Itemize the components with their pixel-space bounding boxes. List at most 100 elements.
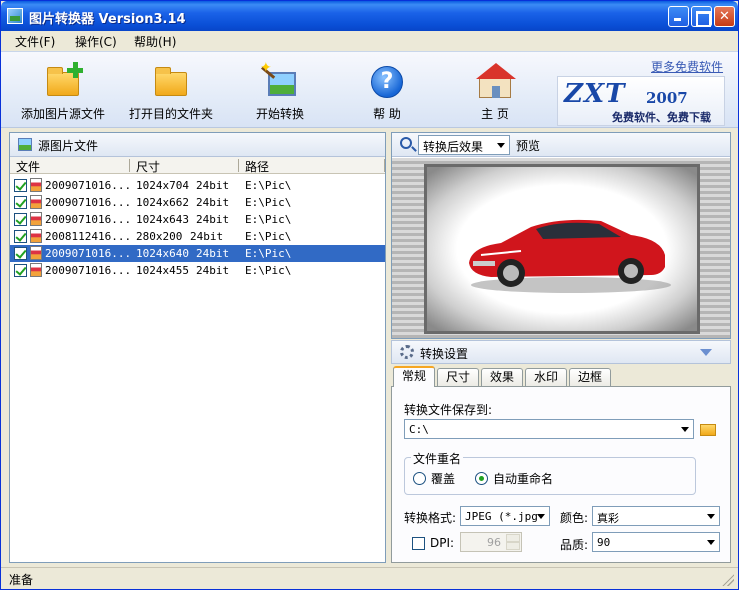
chevron-down-icon xyxy=(537,514,545,519)
browse-folder-icon[interactable] xyxy=(700,424,716,436)
format-select[interactable]: JPEG (*.jpg xyxy=(460,506,550,526)
color-label: 颜色: xyxy=(560,511,589,525)
preview-photo xyxy=(424,164,700,334)
resize-grip-icon[interactable] xyxy=(722,574,734,586)
image-file-icon xyxy=(30,195,42,209)
title-bar[interactable]: 图片转换器 Version3.14 ✕ xyxy=(1,1,738,31)
collapse-icon[interactable] xyxy=(700,349,712,356)
format-label: 转换格式: xyxy=(404,511,457,525)
row-checkbox[interactable] xyxy=(14,196,27,209)
file-list-header: 文件 尺寸 路径 xyxy=(10,157,385,174)
dpi-checkbox[interactable] xyxy=(412,537,425,550)
quality-select[interactable]: 90 xyxy=(592,532,720,552)
image-file-icon xyxy=(30,229,42,243)
row-checkbox[interactable] xyxy=(14,230,27,243)
image-file-icon xyxy=(30,178,42,192)
spin-up-icon[interactable] xyxy=(506,534,520,542)
settings-tabs: 常规 尺寸 效果 水印 边框 xyxy=(391,366,731,387)
preview-label: 预览 xyxy=(516,139,541,153)
open-dest-label: 打开目的文件夹 xyxy=(128,107,213,121)
tab-effects[interactable]: 效果 xyxy=(481,368,523,386)
source-files-panel: 源图片文件 文件 尺寸 路径 2009071016... 1024x704 24… xyxy=(9,132,386,563)
auto-rename-radio[interactable] xyxy=(475,472,488,485)
preview-mode-select[interactable]: 转换后效果 xyxy=(418,135,510,155)
maximize-button[interactable] xyxy=(691,6,712,27)
tab-general[interactable]: 常规 xyxy=(393,366,435,387)
close-button[interactable]: ✕ xyxy=(714,6,735,27)
save-path-select[interactable]: C:\ xyxy=(404,419,694,439)
settings-header[interactable]: 转换设置 xyxy=(391,340,731,364)
dpi-label: DPI: xyxy=(430,536,455,550)
menu-help[interactable]: 帮助(H) xyxy=(134,33,176,50)
file-row[interactable]: 2009071016... 1024x662 24bit E:\Pic\ xyxy=(10,194,385,211)
file-row[interactable]: 2009071016... 1024x643 24bit E:\Pic\ xyxy=(10,211,385,228)
file-row[interactable]: 2009071016... 1024x455 24bit E:\Pic\ xyxy=(10,262,385,279)
row-checkbox[interactable] xyxy=(14,264,27,277)
help-label: 帮 助 xyxy=(373,107,401,121)
minimize-button[interactable] xyxy=(668,6,689,27)
magnifier-icon xyxy=(400,137,412,149)
source-panel-header: 源图片文件 xyxy=(10,133,385,157)
menu-operate[interactable]: 操作(C) xyxy=(75,33,117,50)
home-label: 主 页 xyxy=(481,107,509,121)
zxt-logo[interactable]: ZXT 2007 免费软件、免费下载 xyxy=(557,76,725,126)
spin-down-icon[interactable] xyxy=(506,542,520,550)
chevron-down-icon xyxy=(707,540,715,545)
preview-image-area xyxy=(392,158,730,338)
file-row[interactable]: 2009071016... 1024x704 24bit E:\Pic\ xyxy=(10,177,385,194)
window-title: 图片转换器 Version3.14 xyxy=(29,12,186,27)
overwrite-radio[interactable] xyxy=(413,472,426,485)
help-button[interactable]: ? 帮 助 xyxy=(357,52,417,128)
settings-title: 转换设置 xyxy=(420,347,469,361)
red-car-image xyxy=(469,219,671,293)
chevron-down-icon xyxy=(681,427,689,432)
app-icon xyxy=(7,8,23,24)
chevron-down-icon xyxy=(707,514,715,519)
file-row-selected[interactable]: 2009071016... 1024x640 24bit E:\Pic\ xyxy=(10,245,385,262)
row-checkbox[interactable] xyxy=(14,213,27,226)
column-file[interactable]: 文件 xyxy=(16,158,40,175)
start-convert-label: 开始转换 xyxy=(255,107,304,121)
more-software-link[interactable]: 更多免费软件 xyxy=(651,58,723,75)
rename-group: 文件重名 覆盖 自动重命名 xyxy=(404,450,696,495)
status-bar: 准备 xyxy=(1,567,738,589)
start-convert-button[interactable]: ✦ 开始转换 xyxy=(245,52,315,128)
image-file-icon xyxy=(30,246,42,260)
tab-border[interactable]: 边框 xyxy=(569,368,611,386)
overwrite-label: 覆盖 xyxy=(431,472,456,486)
rename-group-title: 文件重名 xyxy=(411,450,464,467)
magic-wand-icon: ✦ xyxy=(260,60,298,100)
image-file-icon xyxy=(30,212,42,226)
preview-panel-header: 转换后效果 预览 xyxy=(392,133,730,157)
preview-panel: 转换后效果 预览 xyxy=(391,132,731,339)
auto-rename-label: 自动重命名 xyxy=(493,472,554,486)
app-window: 图片转换器 Version3.14 ✕ 文件(F) 操作(C) 帮助(H) 添加… xyxy=(0,0,739,590)
save-to-label: 转换文件保存到: xyxy=(404,403,493,417)
folder-icon xyxy=(153,64,189,100)
home-icon xyxy=(476,63,516,100)
tab-watermark[interactable]: 水印 xyxy=(525,368,567,386)
chevron-down-icon xyxy=(497,143,505,148)
menu-file[interactable]: 文件(F) xyxy=(15,33,55,50)
source-panel-title: 源图片文件 xyxy=(38,139,99,153)
column-size[interactable]: 尺寸 xyxy=(136,158,160,175)
tab-size[interactable]: 尺寸 xyxy=(437,368,479,386)
home-button[interactable]: 主 页 xyxy=(465,52,525,128)
open-dest-button[interactable]: 打开目的文件夹 xyxy=(125,52,217,128)
dpi-spinner[interactable]: 96 xyxy=(460,532,522,552)
row-checkbox[interactable] xyxy=(14,179,27,192)
menu-bar: 文件(F) 操作(C) 帮助(H) xyxy=(1,31,738,50)
help-icon: ? xyxy=(369,64,405,100)
image-icon xyxy=(18,138,32,151)
column-path[interactable]: 路径 xyxy=(245,158,269,175)
row-checkbox[interactable] xyxy=(14,247,27,260)
file-row[interactable]: 2008112416... 280x200 24bit E:\Pic\ xyxy=(10,228,385,245)
image-file-icon xyxy=(30,263,42,277)
add-source-button[interactable]: 添加图片源文件 xyxy=(17,52,109,128)
color-select[interactable]: 真彩 xyxy=(592,506,720,526)
toolbar: 添加图片源文件 打开目的文件夹 ✦ 开始转换 ? 帮 助 主 页 更多免费软件 … xyxy=(1,51,738,128)
add-source-label: 添加图片源文件 xyxy=(20,107,105,121)
general-tab-body: 转换文件保存到: C:\ 文件重名 覆盖 自动重命名 转换格式: JPEG (*… xyxy=(391,386,731,563)
status-text: 准备 xyxy=(9,573,34,587)
quality-label: 品质: xyxy=(560,538,589,552)
